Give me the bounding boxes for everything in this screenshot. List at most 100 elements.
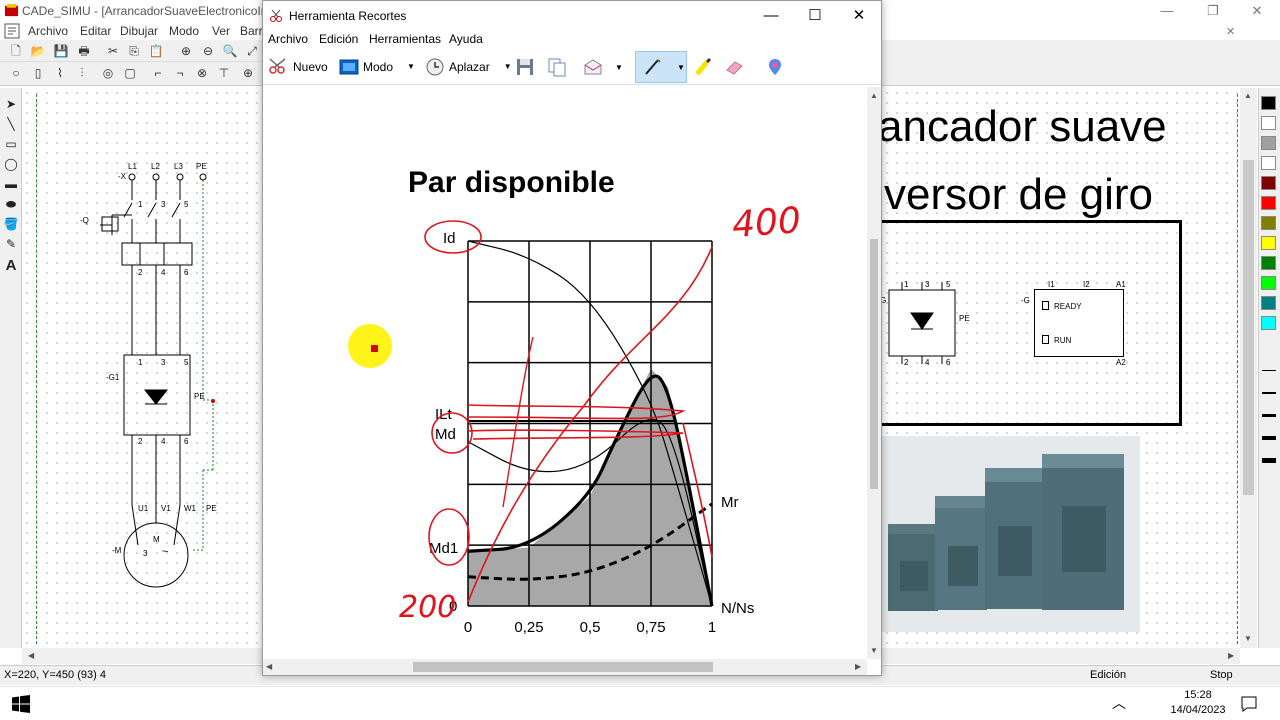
pencil-color-icon[interactable]: ✎ <box>3 236 19 252</box>
copy-icon[interactable]: ⎘ <box>126 43 142 59</box>
new-snip-button[interactable]: Nuevo <box>267 55 328 79</box>
push-button-icon[interactable]: ⊤ <box>216 65 232 81</box>
palette-swatch[interactable] <box>1261 256 1276 270</box>
terminal-icon[interactable]: ○ <box>8 65 24 81</box>
windows-start-icon[interactable] <box>12 695 30 713</box>
node-icon[interactable]: ⊕ <box>240 65 256 81</box>
control-block[interactable] <box>1034 289 1124 357</box>
cade-vertical-scroll-thumb[interactable] <box>1243 160 1254 495</box>
line-tool-icon[interactable]: ╲ <box>3 116 19 132</box>
line-width-option[interactable] <box>1262 370 1276 371</box>
save-snip-icon[interactable] <box>515 57 535 77</box>
send-snip-icon[interactable] <box>583 57 603 77</box>
eraser-icon[interactable] <box>724 57 744 77</box>
breaker-icon[interactable]: ⫶ <box>74 65 90 81</box>
snip-menu-ayuda[interactable]: Ayuda <box>449 32 483 46</box>
new-file-icon[interactable]: 🗋 <box>8 43 24 59</box>
text-tool-icon[interactable]: A <box>3 258 19 274</box>
snip-image-area[interactable]: Par disponible 0 0,25 0,5 0,75 1 N/Ns Id ILt Md M… <box>263 87 867 659</box>
cade-menu-archivo[interactable]: Archivo <box>28 24 68 38</box>
palette-swatch[interactable] <box>1261 176 1276 190</box>
highlighter-icon[interactable] <box>693 57 713 77</box>
rectangle-tool-icon[interactable]: ▭ <box>3 136 19 152</box>
cade-scroll-right-icon[interactable]: ▶ <box>1228 651 1234 660</box>
cade-scroll-left-icon[interactable]: ◀ <box>28 651 34 660</box>
cade-minimize-button[interactable]: — <box>1144 0 1190 22</box>
delay-button[interactable]: Aplazar ▼ <box>425 55 512 79</box>
motor-symbol-phases: 3 <box>143 549 148 558</box>
mode-dropdown-icon[interactable]: ▼ <box>407 55 415 79</box>
delay-dropdown-icon[interactable]: ▼ <box>504 55 512 79</box>
palette-swatch[interactable] <box>1261 156 1276 170</box>
cade-mdi-close-icon[interactable]: ✕ <box>1226 25 1235 38</box>
snip-horizontal-scroll-thumb[interactable] <box>413 662 713 672</box>
cade-restore-button[interactable]: ❐ <box>1190 0 1236 22</box>
palette-swatch[interactable] <box>1261 196 1276 210</box>
pen-dropdown-icon[interactable]: ▼ <box>677 63 685 72</box>
soft-starter-block[interactable] <box>884 280 964 370</box>
palette-swatch[interactable] <box>1261 216 1276 230</box>
cade-menu-ver[interactable]: Ver <box>212 24 230 38</box>
tray-expand-icon[interactable]: ︿ <box>1112 693 1126 713</box>
lamp-icon[interactable]: ⊗ <box>194 65 210 81</box>
relay-icon[interactable]: ▢ <box>122 65 138 81</box>
motor-icon[interactable]: ◎ <box>100 65 116 81</box>
clock-date[interactable]: 14/04/2023 <box>1166 704 1230 716</box>
snip-scroll-right-icon[interactable]: ▶ <box>855 662 861 671</box>
mode-button[interactable]: Modo ▼ <box>339 55 415 79</box>
filled-rectangle-icon[interactable]: ▬ <box>3 176 19 192</box>
snip-scroll-up-icon[interactable]: ▲ <box>870 91 878 100</box>
notification-icon[interactable] <box>1240 695 1258 713</box>
contact-no-icon[interactable]: ⌐ <box>150 65 166 81</box>
switch-reference-label: -Q <box>80 216 89 225</box>
palette-swatch[interactable] <box>1261 236 1276 250</box>
line-width-option[interactable] <box>1262 414 1276 417</box>
zoom-in-icon[interactable]: ⊕ <box>178 43 194 59</box>
ellipse-tool-icon[interactable]: ◯ <box>3 156 19 172</box>
select-arrow-icon[interactable]: ➤ <box>3 96 19 112</box>
paste-icon[interactable]: 📋 <box>148 43 164 59</box>
save-icon[interactable]: 💾 <box>53 43 69 59</box>
line-width-option[interactable] <box>1262 436 1276 440</box>
cade-menu-editar[interactable]: Editar <box>80 24 111 38</box>
paint3d-icon[interactable] <box>765 57 785 77</box>
cade-menu-dibujar[interactable]: Dibujar <box>120 24 158 38</box>
contact-nc-icon[interactable]: ¬ <box>172 65 188 81</box>
filled-ellipse-icon[interactable]: ⬬ <box>3 196 19 212</box>
snip-vertical-scroll-thumb[interactable] <box>870 239 878 489</box>
snip-menu-herramientas[interactable]: Herramientas <box>369 32 441 46</box>
cut-icon[interactable]: ✂ <box>105 43 121 59</box>
line-width-option[interactable] <box>1262 458 1276 463</box>
cade-menu-barras[interactable]: Barr <box>240 24 263 38</box>
zoom-window-icon[interactable]: 🔍 <box>222 43 238 59</box>
palette-swatch[interactable] <box>1261 316 1276 330</box>
cade-menu-modo[interactable]: Modo <box>169 24 199 38</box>
cade-close-button[interactable]: ✕ <box>1234 0 1280 22</box>
palette-swatch[interactable] <box>1261 136 1276 150</box>
palette-swatch[interactable] <box>1261 96 1276 110</box>
palette-swatch[interactable] <box>1261 296 1276 310</box>
open-folder-icon[interactable]: 📂 <box>30 43 46 59</box>
switch-icon[interactable]: ⌇ <box>52 65 68 81</box>
snip-scroll-left-icon[interactable]: ◀ <box>266 662 272 671</box>
snip-minimize-button[interactable]: — <box>749 1 793 31</box>
snip-menu-edicion[interactable]: Edición <box>319 32 358 46</box>
send-dropdown-icon[interactable]: ▼ <box>615 63 623 72</box>
snip-scroll-down-icon[interactable]: ▼ <box>870 646 878 655</box>
cade-scroll-down-icon[interactable]: ▼ <box>1244 634 1252 643</box>
palette-swatch[interactable] <box>1261 276 1276 290</box>
zoom-out-icon[interactable]: ⊖ <box>200 43 216 59</box>
cade-document-icon[interactable] <box>4 23 20 39</box>
line-width-option[interactable] <box>1262 392 1276 394</box>
zoom-fit-icon[interactable]: ⤢ <box>244 43 260 59</box>
copy-snip-icon[interactable] <box>547 57 567 77</box>
snip-close-button[interactable]: ✕ <box>837 1 881 31</box>
snip-menu-archivo[interactable]: Archivo <box>268 32 308 46</box>
fuse-icon[interactable]: ▯ <box>30 65 46 81</box>
cade-scroll-up-icon[interactable]: ▲ <box>1244 91 1252 100</box>
snip-maximize-button[interactable]: ☐ <box>793 1 837 31</box>
fill-bucket-icon[interactable]: 🪣 <box>3 216 19 232</box>
clock-time[interactable]: 15:28 <box>1170 689 1226 701</box>
print-icon[interactable]: 🖶 <box>76 43 92 59</box>
palette-swatch[interactable] <box>1261 116 1276 130</box>
